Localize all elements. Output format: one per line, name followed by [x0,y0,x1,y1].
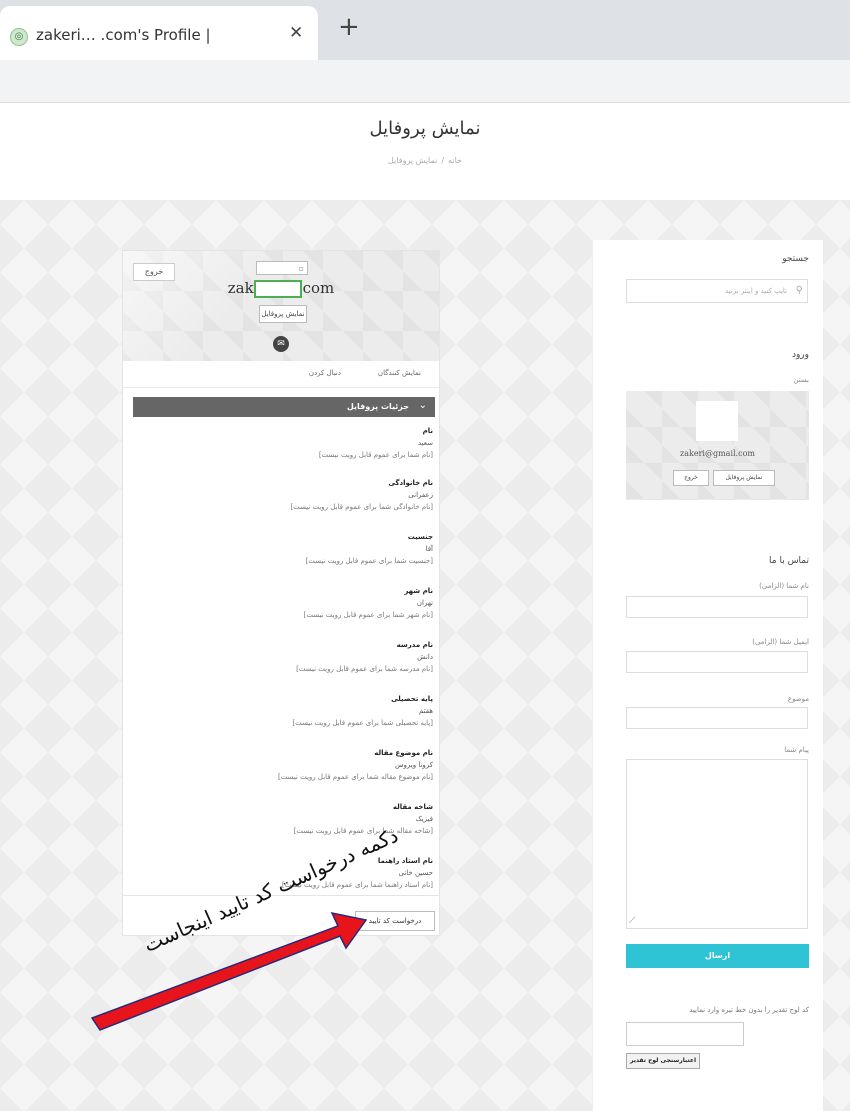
avatar [696,401,738,441]
tab-close-icon[interactable]: ✕ [289,23,303,43]
send-button[interactable]: ارسال [626,944,809,968]
field-label: نام خانوادگی [388,479,433,487]
profile-banner: خروج ▫ zakeri ail.com نمایش پروفایل ✉ [123,251,439,361]
tab-title: zakeri… .com's Profile | [36,26,211,44]
avatar-image: ▫ [256,261,308,275]
request-verification-code-button[interactable]: درخواست کد تایید [355,911,435,931]
browser-toolbar [0,60,850,103]
field-value: فیزیک [415,815,433,823]
subject-label: موضوع [787,695,809,703]
search-heading: جستجو [782,254,809,264]
profile-details-header[interactable]: جزئیات پروفایل ⌄ [133,397,435,417]
subject-field[interactable] [626,707,808,729]
email-field[interactable] [626,651,808,673]
profile-field: نام خانوادگی زعفرانی [نام خانوادگی شما ب… [133,479,433,511]
details-title: جزئیات پروفایل [346,402,409,411]
field-note: [نام خانوادگی شما برای عموم قابل رویت نی… [290,503,433,511]
logout-button[interactable]: خروج [673,470,709,486]
field-label: جنسیت [407,533,433,541]
field-label: شاخه مقاله [392,803,433,811]
profile-field: نام سعید [نام شما برای عموم قابل رویت نی… [133,427,433,459]
field-note: [نام مدرسه شما برای عموم قابل رویت نیست] [296,665,433,673]
message-textarea[interactable]: ⟋ [626,759,808,929]
field-note: [نام شما برای عموم قابل رویت نیست] [318,451,433,459]
chevron-down-icon: ⌄ [418,400,427,411]
field-note: [نام شهر شما برای عموم قابل رویت نیست] [303,611,433,619]
search-placeholder: تایپ کنید و اینتر بزنید [725,287,787,295]
validate-certificate-button[interactable]: اعتبارسنجی لوح تقدیر [626,1053,700,1069]
field-value: کرونا ویروس [395,761,433,769]
browser-tab[interactable]: ◎ zakeri… .com's Profile | ✕ [0,6,318,60]
contact-heading: تماس با ما [769,556,809,566]
field-note: [پایه تحصیلی شما برای عموم قابل رویت نیس… [292,719,433,727]
field-label: نام مدرسه [396,641,433,649]
field-value: دانش [417,653,433,661]
site-favicon-icon: ◎ [10,28,28,46]
captcha-label: کد لوح تقدیر را بدون خط تیره وارد نمایید [689,1006,809,1014]
field-label: نام [422,427,433,435]
show-profile-button[interactable]: نمایش پروفایل [259,305,307,323]
field-value: هفتم [418,707,433,715]
profile-field: نام شهر تهران [نام شهر شما برای عموم قاب… [133,587,433,619]
field-note: [نام موضوع مقاله شما برای عموم قابل رویت… [277,773,433,781]
field-value: آقا [425,545,433,553]
field-value: سعید [417,439,433,447]
field-label: نام استاد راهنما [377,857,433,865]
field-label: پایه تحصیلی [391,695,433,703]
breadcrumb-separator: / [441,156,445,165]
profile-field: نام موضوع مقاله کرونا ویروس [نام موضوع م… [133,749,433,781]
profile-field: پایه تحصیلی هفتم [پایه تحصیلی شما برای ع… [133,695,433,727]
field-label: نام شهر [404,587,433,595]
breadcrumb: خانه/نمایش پروفایل [0,156,850,165]
login-email: zakeri@gmail.com [680,449,755,458]
name-field[interactable] [626,596,808,618]
new-tab-icon[interactable]: + [338,12,360,42]
field-note: [جنسیت شما برای عموم قابل رویت نیست] [305,557,433,565]
sidebar: جستجو تایپ کنید و اینتر بزنید ⚲ ورود بست… [592,240,823,1111]
profile-tabs: نمایش کنندگان دنبال کردن [123,363,439,388]
tab-following[interactable]: دنبال کردن [309,369,341,377]
page-title: نمایش پروفایل [369,118,481,139]
browser-tab-strip: ◎ zakeri… .com's Profile | ✕ + [0,0,850,60]
profile-field: جنسیت آقا [جنسیت شما برای عموم قابل رویت… [133,533,433,565]
login-heading: ورود [791,350,809,360]
search-icon: ⚲ [795,285,803,296]
breadcrumb-current: نمایش پروفایل [388,156,438,165]
name-label: نام شما (الزامی) [759,582,809,590]
field-label: نام موضوع مقاله [374,749,433,757]
mail-icon[interactable]: ✉ [273,336,289,352]
login-sub-label: بستن [793,376,809,384]
tab-viewers[interactable]: نمایش کنندگان [378,369,421,377]
captcha-input[interactable] [626,1022,744,1046]
message-label: پیام شما [784,746,809,754]
email-label: ایمیل شما (الزامی) [752,638,809,646]
profile-field: نام مدرسه دانش [نام مدرسه شما برای عموم … [133,641,433,673]
search-input[interactable]: تایپ کنید و اینتر بزنید ⚲ [626,279,808,303]
redaction-box [254,280,302,298]
field-value: تهران [416,599,433,607]
field-value: زعفرانی [408,491,433,499]
login-widget: zakeri@gmail.com خروج نمایش پروفایل [626,391,809,500]
show-profile-button[interactable]: نمایش پروفایل [713,470,775,486]
resize-handle-icon[interactable]: ⟋ [629,916,635,926]
breadcrumb-home[interactable]: خانه [448,156,462,165]
